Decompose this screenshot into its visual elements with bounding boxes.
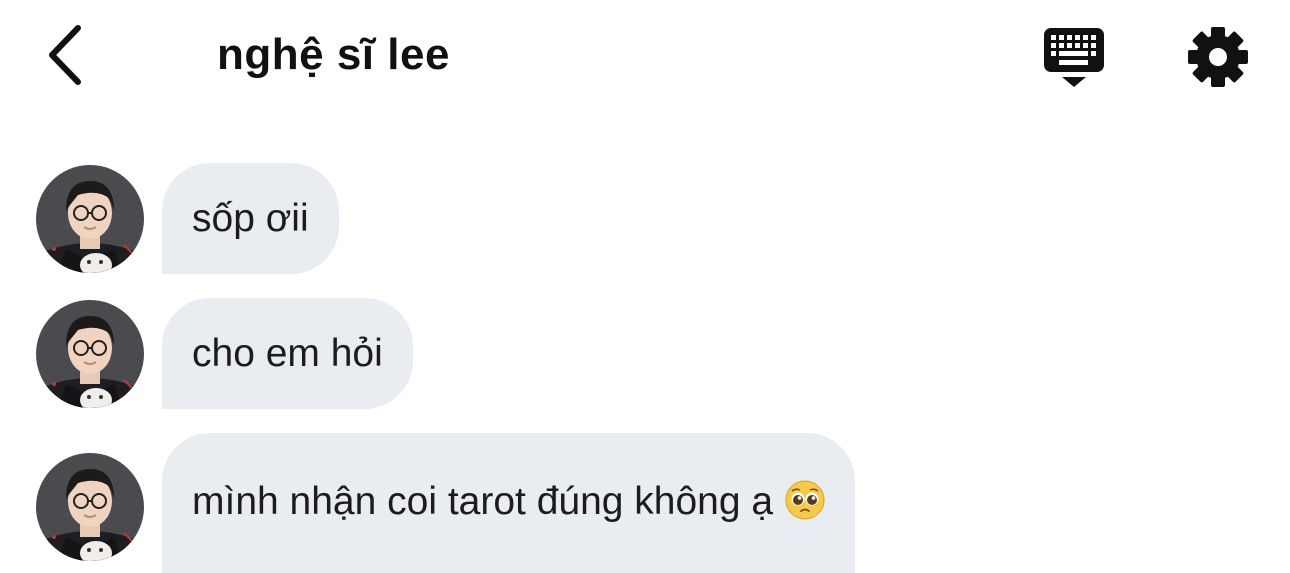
message-bubble[interactable]: sốp ơii (162, 163, 339, 274)
message-row: cho em hỏi (0, 298, 1290, 409)
back-button[interactable] (40, 20, 96, 90)
gear-icon (1188, 27, 1248, 87)
avatar[interactable] (36, 300, 144, 408)
chevron-left-icon (49, 25, 81, 85)
message-text: mình nhận coi tarot đúng không ạ (192, 480, 774, 523)
message-bubble[interactable]: mình nhận coi tarot đúng không ạ (162, 433, 856, 573)
pleading-face-emoji (785, 480, 825, 520)
message-bubble[interactable]: cho em hỏi (162, 298, 413, 409)
avatar[interactable] (36, 453, 144, 561)
message-text: sốp ơii (192, 196, 309, 240)
settings-button[interactable] (1186, 25, 1250, 89)
avatar[interactable] (36, 165, 144, 273)
message-text: cho em hỏi (192, 331, 383, 375)
keyboard-toggle-button[interactable] (1040, 24, 1108, 90)
chat-title: nghệ sĩ lee (217, 30, 450, 79)
message-row: sốp ơii (0, 163, 1290, 274)
chat-header: nghệ sĩ lee (0, 0, 1290, 120)
keyboard-icon (1044, 28, 1104, 87)
message-row: mình nhận coi tarot đúng không ạ (0, 433, 1290, 573)
